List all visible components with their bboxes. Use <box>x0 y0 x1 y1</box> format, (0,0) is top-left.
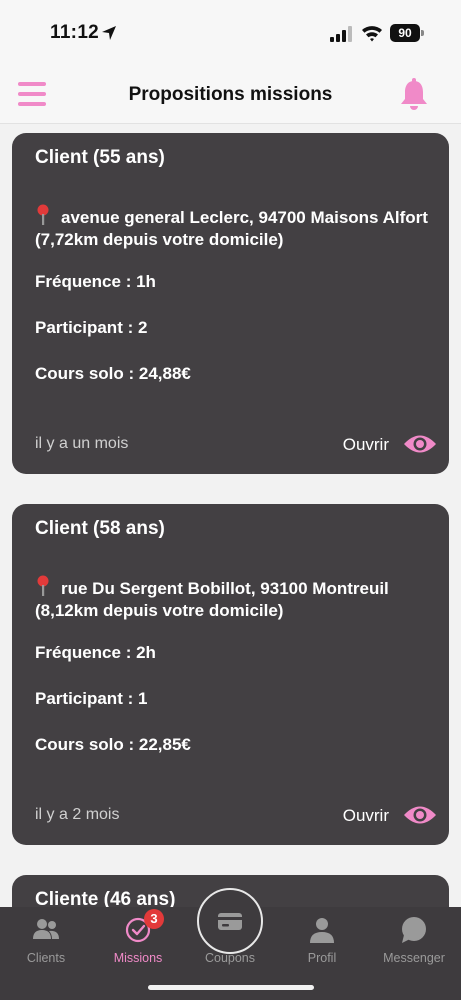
wifi-icon <box>362 26 382 42</box>
status-bar: 11:12 90 <box>0 0 461 66</box>
home-indicator <box>148 985 314 990</box>
coupons-button[interactable] <box>197 888 263 954</box>
screen: 11:12 90 Propositions missions Client (5… <box>0 0 461 1000</box>
page-title: Propositions missions <box>128 84 333 105</box>
address-text: avenue general Leclerc, 94700 Maisons Al… <box>35 208 428 249</box>
open-label: Ouvrir <box>342 806 389 825</box>
tab-messenger[interactable]: Messenger <box>368 907 460 982</box>
pin-icon <box>37 575 49 596</box>
battery-icon: 90 <box>390 24 424 42</box>
posted-time: il y a 2 mois <box>35 806 120 823</box>
bell-icon[interactable] <box>398 78 430 112</box>
users-icon <box>33 919 59 939</box>
participant-text: Participant : 1 <box>35 689 148 708</box>
mission-card[interactable]: Client (55 ans) avenue general Leclerc, … <box>12 133 449 474</box>
open-button[interactable]: Ouvrir <box>317 431 437 459</box>
mission-card[interactable]: Client (58 ans) rue Du Sergent Bobillot,… <box>12 504 449 845</box>
tab-profil[interactable]: Profil <box>276 907 368 982</box>
client-address: rue Du Sergent Bobillot, 93100 Montreuil… <box>35 575 435 622</box>
pin-icon <box>37 204 49 225</box>
app-header: Propositions missions <box>0 66 461 124</box>
chat-icon <box>402 917 426 943</box>
open-button[interactable]: Ouvrir <box>317 802 437 830</box>
tab-missions[interactable]: 3 Missions <box>92 907 184 982</box>
client-title: Client (58 ans) <box>35 518 165 539</box>
person-icon <box>310 918 334 943</box>
open-label: Ouvrir <box>342 435 389 454</box>
participant-text: Participant : 2 <box>35 318 148 337</box>
posted-time: il y a un mois <box>35 435 129 452</box>
eye-icon <box>404 806 436 824</box>
tab-label: Missions <box>113 951 163 965</box>
tab-label: Clients <box>26 951 66 965</box>
missions-badge: 3 <box>144 909 164 929</box>
frequence-text: Fréquence : 2h <box>35 643 156 662</box>
cours-solo-text: Cours solo : 24,88€ <box>35 364 191 383</box>
location-arrow-icon <box>102 26 116 40</box>
cellular-signal-icon <box>330 26 352 42</box>
tab-clients[interactable]: Clients <box>0 907 92 982</box>
battery-level: 90 <box>390 24 420 42</box>
tab-label: Messenger <box>383 951 445 965</box>
client-title: Client (55 ans) <box>35 147 165 168</box>
eye-icon <box>404 435 436 453</box>
status-time: 11:12 <box>50 22 100 43</box>
client-address: avenue general Leclerc, 94700 Maisons Al… <box>35 204 435 251</box>
card-icon <box>218 913 242 930</box>
address-text: rue Du Sergent Bobillot, 93100 Montreuil… <box>35 579 389 620</box>
tab-label: Profil <box>307 951 337 965</box>
cours-solo-text: Cours solo : 22,85€ <box>35 735 191 754</box>
frequence-text: Fréquence : 1h <box>35 272 156 291</box>
